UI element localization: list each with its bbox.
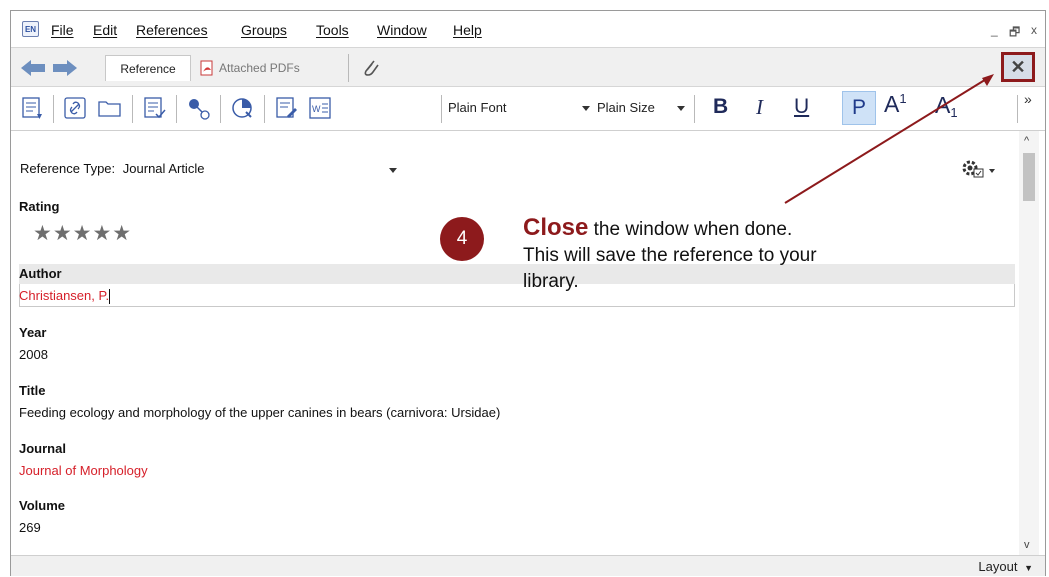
callout-line-2: This will save the reference to your [523,245,817,266]
callout-line-3: library. [523,271,579,292]
callout-line-1: the window when done. [588,219,793,240]
step-badge: 4 [440,217,484,261]
callout-text: Close the window when done. This will sa… [523,215,963,295]
callout-emphasis: Close [523,214,589,241]
